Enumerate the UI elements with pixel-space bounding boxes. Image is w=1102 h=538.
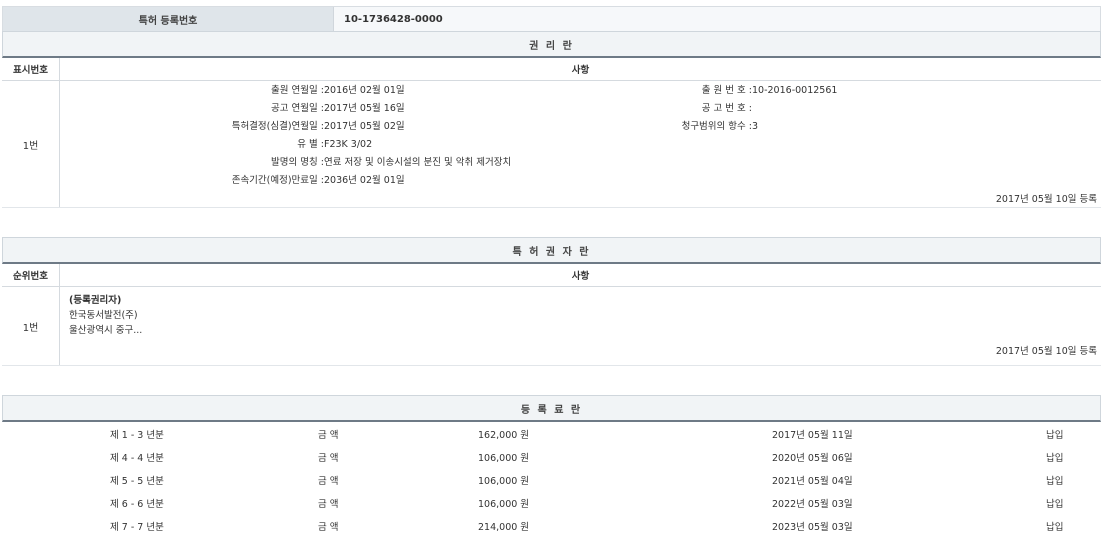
rights-row: 1번 출원 연월일 : 2016년 02월 01일 공고 연월일 : 2017년…: [2, 81, 1101, 208]
table-row: 제 4 - 4 년분 금 액 106,000 원 2020년 05월 06일 납…: [2, 445, 1101, 468]
table-row: 제 5 - 5 년분 금 액 106,000 원 2021년 05월 04일 납…: [2, 468, 1101, 491]
fee-period: 제 4 - 4 년분: [110, 450, 164, 464]
fee-amount-label: 금 액: [318, 519, 339, 533]
fee-paid-date: 2022년 05월 03일: [772, 496, 853, 510]
owners-section-title: 특 허 권 자 란: [2, 237, 1101, 264]
field-application-number: 출 원 번 호 : 10-2016-0012561: [20, 85, 837, 97]
fee-status: 납입: [1046, 450, 1063, 464]
table-row: 제 6 - 6 년분 금 액 106,000 원 2022년 05월 03일 납…: [2, 491, 1101, 514]
fee-status: 납입: [1046, 473, 1063, 487]
fee-period: 제 5 - 5 년분: [110, 473, 164, 487]
owner-role: (등록권리자): [69, 295, 121, 307]
owners-registration-date: 2017년 05월 10일 등록: [996, 343, 1097, 357]
fee-period: 제 1 - 3 년분: [110, 427, 164, 441]
fee-paid-date: 2021년 05월 04일: [772, 473, 853, 487]
fee-period: 제 7 - 7 년분: [110, 519, 164, 533]
table-row: 제 1 - 3 년분 금 액 162,000 원 2017년 05월 11일 납…: [2, 422, 1101, 445]
field-claims-count: 청구범위의 항수 : 3: [20, 121, 758, 133]
table-row: 제 7 - 7 년분 금 액 214,000 원 2023년 05월 03일 납…: [2, 514, 1101, 537]
rights-registration-date: 2017년 05월 10일 등록: [996, 191, 1097, 205]
owners-col-no: 순위번호: [2, 264, 60, 286]
fee-paid-date: 2020년 05월 06일: [772, 450, 853, 464]
fee-amount-label: 금 액: [318, 450, 339, 464]
rights-row-no: 1번: [2, 81, 60, 207]
fee-status: 납입: [1046, 496, 1063, 510]
owners-row-no: 1번: [2, 287, 60, 365]
field-expiry-date: 존속기간(예정)만료일 : 2036년 02월 01일: [60, 175, 405, 187]
owners-section: 특 허 권 자 란 순위번호 사항 1번 (등록권리자) 한국동서발전(주) 울…: [2, 237, 1101, 366]
fee-status: 납입: [1046, 519, 1063, 533]
fee-amount-label: 금 액: [318, 496, 339, 510]
fees-table: 제 1 - 3 년분 금 액 162,000 원 2017년 05월 11일 납…: [2, 422, 1101, 537]
owners-col-item: 사항: [60, 264, 1101, 286]
rights-section: 권 리 란 표시번호 사항 1번 출원 연월일 : 2016년 02월 01일 …: [2, 31, 1101, 208]
fees-section-title: 등 록 료 란: [2, 395, 1101, 422]
fee-amount: 106,000 원: [478, 496, 529, 510]
fee-amount: 106,000 원: [478, 450, 529, 464]
owners-column-header: 순위번호 사항: [2, 264, 1101, 287]
fee-amount: 214,000 원: [478, 519, 529, 533]
rights-col-no: 표시번호: [2, 58, 60, 80]
fee-amount: 106,000 원: [478, 473, 529, 487]
owners-row: 1번 (등록권리자) 한국동서발전(주) 울산광역시 중구... 2017년 0…: [2, 287, 1101, 366]
rights-section-title: 권 리 란: [2, 31, 1101, 58]
register-document: 특허 등록번호 10-1736428-0000 권 리 란 표시번호 사항 1번…: [2, 6, 1101, 537]
owner-name: 한국동서발전(주): [69, 310, 138, 322]
fee-paid-date: 2023년 05월 03일: [772, 519, 853, 533]
fee-status: 납입: [1046, 427, 1063, 441]
field-publication-number: 공 고 번 호 :: [20, 103, 752, 115]
rights-details: 출원 연월일 : 2016년 02월 01일 공고 연월일 : 2017년 05…: [60, 81, 1101, 207]
field-invention-title: 발명의 명칭 : 연료 저장 및 이송시설의 분진 및 악취 제거장치: [60, 157, 511, 169]
owner-details: (등록권리자) 한국동서발전(주) 울산광역시 중구... 2017년 05월 …: [60, 287, 1101, 365]
patent-number-value: 10-1736428-0000: [334, 7, 1100, 31]
fee-period: 제 6 - 6 년분: [110, 496, 164, 510]
field-classification: 유 별 : F23K 3/02: [60, 139, 372, 151]
rights-col-item: 사항: [60, 58, 1101, 80]
owner-address: 울산광역시 중구...: [69, 325, 142, 337]
patent-number-row: 특허 등록번호 10-1736428-0000: [2, 6, 1101, 31]
rights-column-header: 표시번호 사항: [2, 58, 1101, 81]
fees-section: 등 록 료 란 제 1 - 3 년분 금 액 162,000 원 2017년 0…: [2, 395, 1101, 537]
fee-amount: 162,000 원: [478, 427, 529, 441]
patent-number-label: 특허 등록번호: [3, 7, 334, 31]
fee-amount-label: 금 액: [318, 427, 339, 441]
fee-paid-date: 2017년 05월 11일: [772, 427, 853, 441]
fee-amount-label: 금 액: [318, 473, 339, 487]
